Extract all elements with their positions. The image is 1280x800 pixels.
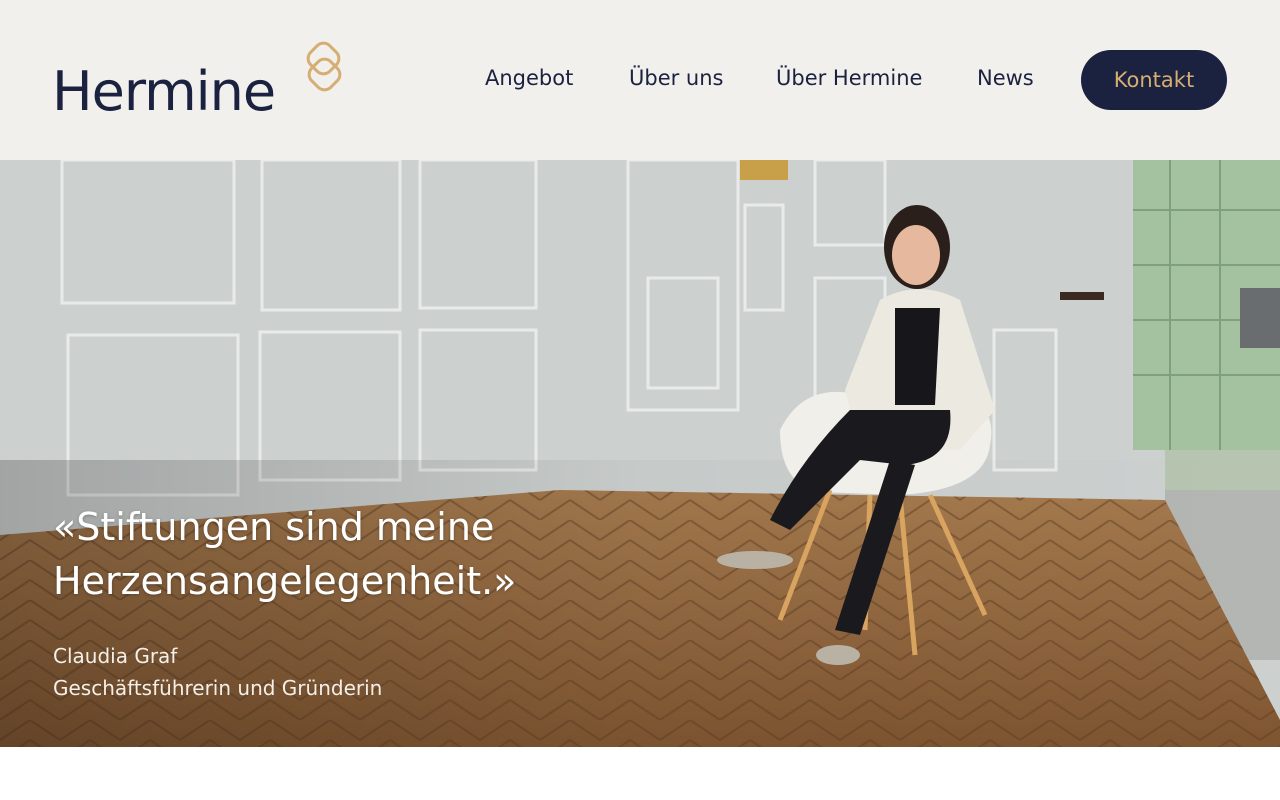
hero-quote: «Stiftungen sind meine Herzensangelegenh… [53,505,517,603]
hero-section: «Stiftungen sind meine Herzensangelegenh… [0,160,1280,747]
author-role: Geschäftsführerin und Gründerin [53,676,383,700]
content-area [0,747,1280,800]
nav-item-news[interactable]: News [977,66,1034,90]
site-header: Hermine Angebot Über uns Über Hermine Ne… [0,0,1280,160]
contact-button[interactable]: Kontakt [1081,50,1227,110]
quote-attribution: Claudia Graf Geschäftsführerin und Gründ… [53,640,382,704]
nav-item-ueber-hermine[interactable]: Über Hermine [776,66,922,90]
nav-item-angebot[interactable]: Angebot [485,66,573,90]
author-name: Claudia Graf [53,644,178,668]
nav-item-ueber-uns[interactable]: Über uns [629,66,724,90]
